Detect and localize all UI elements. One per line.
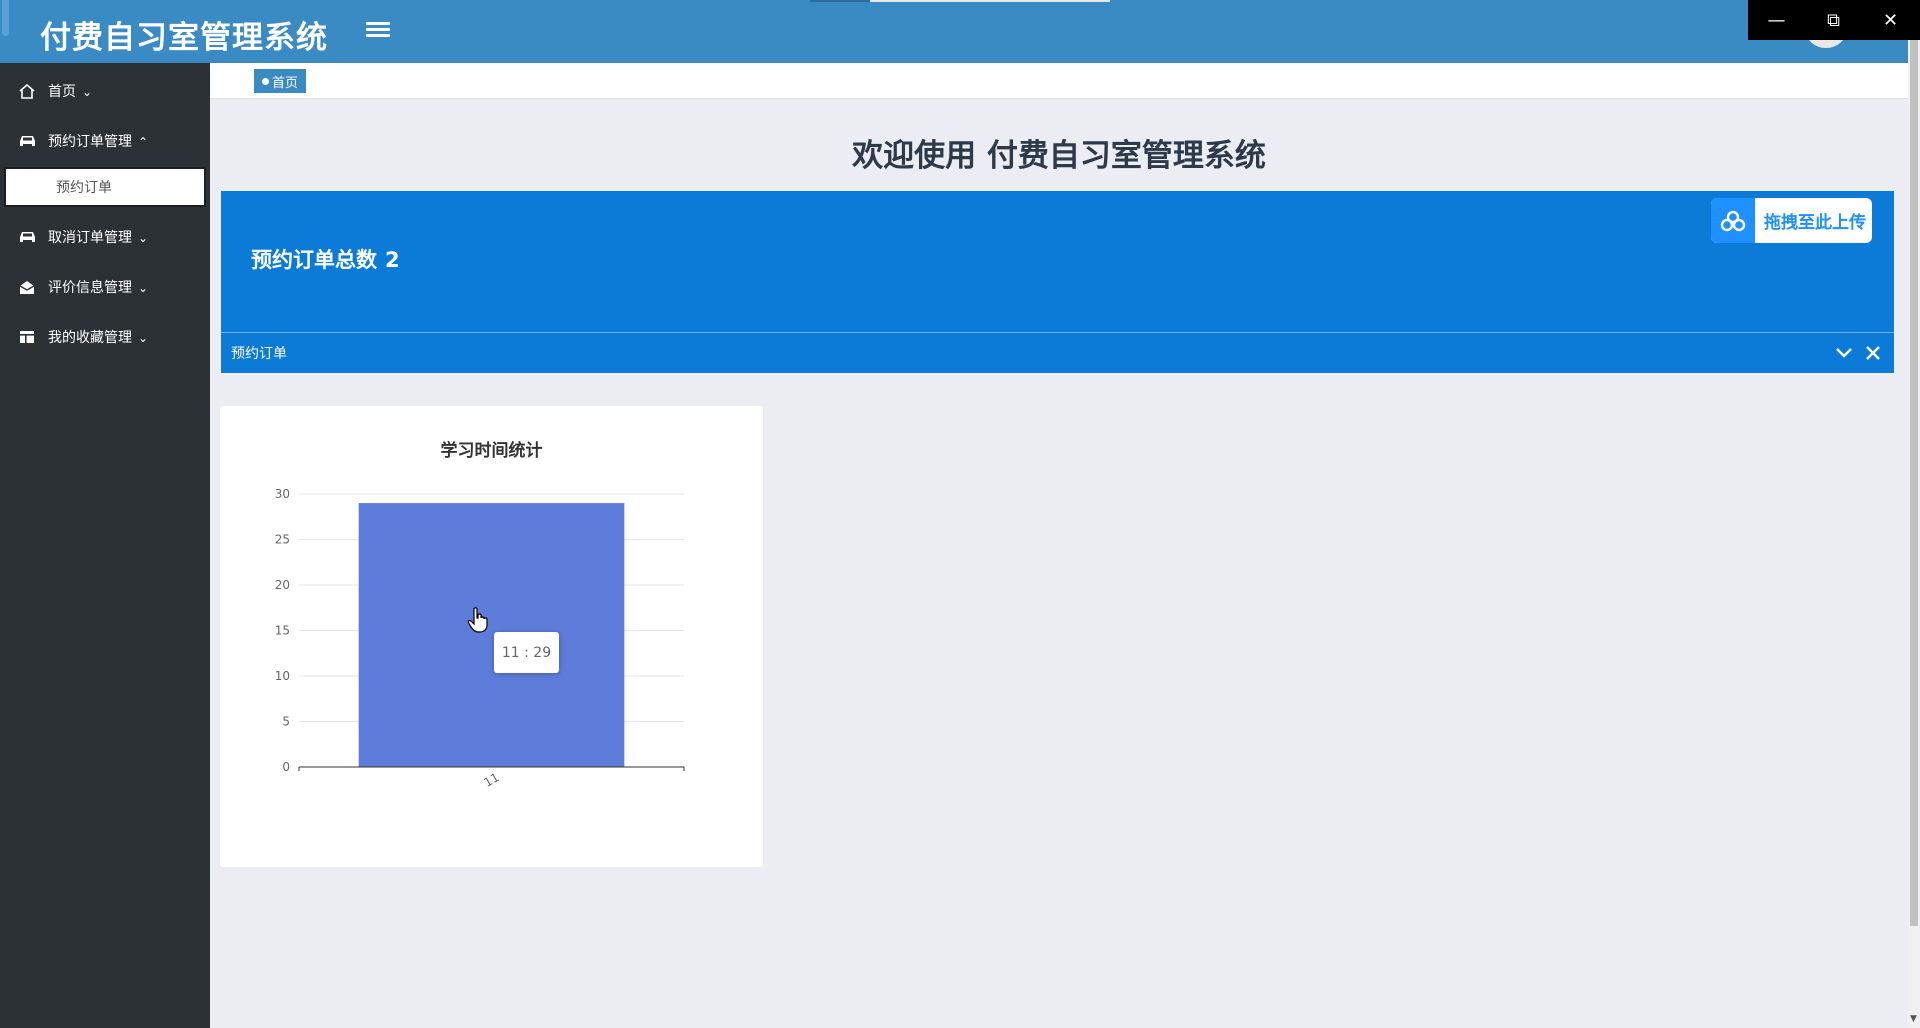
upload-button[interactable]: 拖拽至此上传 [1711,198,1872,243]
order-count: 预约订单总数 2 [251,244,400,274]
top-header: 付费自习室管理系统 [0,0,1920,63]
dot-icon [262,77,269,85]
sidebar-item-label: 预约订单管理 [48,134,132,150]
home-icon [18,83,36,99]
y-tick-label: 0 [282,760,290,774]
chart-card: 学习时间统计 0 5 10 15 20 25 30 11 11 : 29 [220,406,763,867]
close-window-icon[interactable]: ✕ [1862,0,1919,40]
y-tick-label: 25 [275,533,290,547]
hand-cursor-icon [467,607,488,633]
panel-footer-label: 预约订单 [231,346,287,362]
sidebar-item-home[interactable]: 首页 ⌄ [0,67,210,115]
menu-toggle-icon[interactable] [366,19,390,41]
minimize-icon[interactable]: — [1748,0,1805,40]
order-summary-panel: 预约订单总数 2 拖拽至此上传 预约订单 [221,191,1894,373]
chart-tooltip: 11 : 29 [494,632,559,673]
table-layout-icon [18,329,36,345]
chevron-down-icon: ⌄ [138,331,149,345]
sidebar-item-cancel-orders[interactable]: 取消订单管理 ⌄ [0,213,210,261]
welcome-title: 欢迎使用 付费自习室管理系统 [852,138,1266,174]
restore-icon[interactable]: ⧉ [1805,0,1862,40]
sidebar-item-reviews[interactable]: 评价信息管理 ⌄ [0,263,210,311]
chevron-down-icon: ⌄ [82,85,93,99]
envelope-open-icon [18,279,36,295]
y-tick-label: 10 [275,669,290,683]
y-tick-label: 5 [282,715,290,729]
scrollbar-thumb[interactable] [1910,40,1918,926]
sidebar-subitem-booking-order[interactable]: 预约订单 [4,167,206,207]
sidebar-item-booking-orders[interactable]: 预约订单管理 ⌃ [0,117,210,165]
tab-indicator [810,0,870,2]
app-title: 付费自习室管理系统 [40,20,328,56]
chevron-down-icon: ⌄ [138,281,149,295]
window-edge-marker [2,0,9,36]
window-controls: — ⧉ ✕ [1748,0,1920,40]
order-count-value: 2 [385,248,400,272]
chart-bar [358,503,625,767]
tab-indicator-track [870,0,1110,2]
chevron-down-icon: ⌄ [138,231,149,245]
breadcrumb[interactable]: 首页 [254,69,307,93]
sidebar-item-favorites[interactable]: 我的收藏管理 ⌄ [0,313,210,361]
cloud-upload-icon [1711,198,1755,243]
x-tick-label: 11 [481,770,501,790]
bar-chart: 0 5 10 15 20 25 30 11 [275,487,685,790]
car-icon [18,133,36,149]
sidebar-item-label: 评价信息管理 [48,280,132,296]
breadcrumb-label: 首页 [272,75,299,91]
scroll-down-icon[interactable]: ▼ [1910,1014,1918,1024]
sidebar-item-label: 首页 [48,84,76,100]
y-tick-label: 15 [275,624,290,638]
panel-footer: 预约订单 [221,332,1894,373]
chevron-up-icon: ⌃ [138,135,149,149]
sidebar: 首页 ⌄ 预约订单管理 ⌃ 预约订单 取消订单管理 ⌄ 评价信息管理 ⌄ 我的收藏管理 ⌄ [0,63,210,1028]
close-icon[interactable] [1864,344,1882,362]
upload-label: 拖拽至此上传 [1764,213,1866,233]
car-icon [18,229,36,245]
sidebar-item-label: 取消订单管理 [48,230,132,246]
order-count-label: 预约订单总数 [251,248,377,272]
breadcrumb-bar: 首页 [210,63,1908,99]
y-tick-label: 30 [275,487,290,501]
sidebar-item-label: 我的收藏管理 [48,330,132,346]
sidebar-subitem-label: 预约订单 [56,180,112,196]
y-tick-label: 20 [275,578,290,592]
collapse-chevron-icon[interactable] [1835,344,1853,362]
